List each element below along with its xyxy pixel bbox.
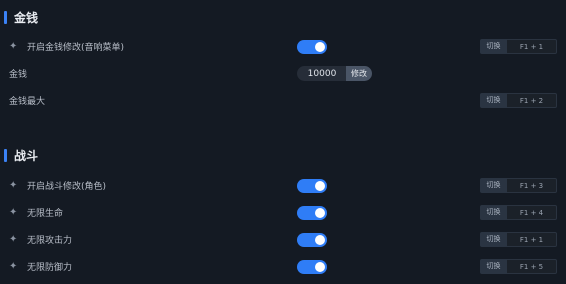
apply-money-button[interactable]: 修改	[346, 66, 372, 81]
hotkey-infinite-health[interactable]: 切换 F1 + 4	[480, 205, 557, 220]
toggle-knob	[315, 235, 325, 245]
money-value-input[interactable]	[297, 66, 347, 81]
hotkey-keys: F1 + 3	[507, 178, 557, 193]
hotkey-label: 切换	[480, 205, 507, 220]
infinite-health-toggle[interactable]	[297, 206, 327, 220]
infinite-defense-toggle[interactable]	[297, 260, 327, 274]
option-label: 金钱最大	[9, 97, 46, 107]
toggle-knob	[315, 181, 325, 191]
toggle-knob	[315, 42, 325, 52]
sparkle-icon: ✦	[9, 207, 18, 218]
option-label: 无限生命	[27, 209, 64, 219]
section-title-combat: 战斗	[4, 147, 38, 163]
option-row-infinite-defense: ✦ 无限防御力 切换 F1 + 5	[0, 258, 566, 276]
hotkey-keys: F1 + 2	[507, 93, 557, 108]
section-accent-bar	[4, 148, 7, 162]
sparkle-icon: ✦	[9, 234, 18, 245]
toggle-knob	[315, 208, 325, 218]
hotkey-label: 切换	[480, 39, 507, 54]
hotkey-keys: F1 + 5	[507, 259, 557, 274]
option-label: 无限攻击力	[27, 236, 73, 246]
hotkey-money-max[interactable]: 切换 F1 + 2	[480, 93, 557, 108]
option-label: 开启金钱修改(音响菜单)	[27, 43, 125, 53]
option-row-enable-money: ✦ 开启金钱修改(音响菜单) 切换 F1 + 1	[0, 38, 566, 56]
sparkle-icon: ✦	[9, 261, 18, 272]
option-row-money-value: 金钱 修改	[0, 65, 566, 83]
section-title-text: 战斗	[14, 148, 39, 163]
option-row-money-max: 金钱最大 切换 F1 + 2	[0, 92, 566, 110]
option-row-infinite-attack: ✦ 无限攻击力 切换 F1 + 1	[0, 231, 566, 249]
sparkle-icon: ✦	[9, 41, 18, 52]
enable-money-toggle[interactable]	[297, 40, 327, 54]
hotkey-infinite-attack[interactable]: 切换 F1 + 1	[480, 232, 557, 247]
hotkey-enable-combat[interactable]: 切换 F1 + 3	[480, 178, 557, 193]
hotkey-label: 切换	[480, 259, 507, 274]
section-accent-bar	[4, 10, 7, 24]
sparkle-icon: ✦	[9, 180, 18, 191]
hotkey-label: 切换	[480, 178, 507, 193]
section-title-money: 金钱	[4, 9, 38, 25]
section-title-text: 金钱	[14, 10, 39, 25]
hotkey-keys: F1 + 4	[507, 205, 557, 220]
infinite-attack-toggle[interactable]	[297, 233, 327, 247]
hotkey-keys: F1 + 1	[507, 39, 557, 54]
option-label: 开启战斗修改(角色)	[27, 182, 107, 192]
option-label: 金钱	[9, 70, 28, 80]
option-row-infinite-health: ✦ 无限生命 切换 F1 + 4	[0, 204, 566, 222]
hotkey-enable-money[interactable]: 切换 F1 + 1	[480, 39, 557, 54]
hotkey-label: 切换	[480, 93, 507, 108]
hotkey-infinite-defense[interactable]: 切换 F1 + 5	[480, 259, 557, 274]
hotkey-label: 切换	[480, 232, 507, 247]
toggle-knob	[315, 262, 325, 272]
option-label: 无限防御力	[27, 263, 73, 273]
money-value-control: 修改	[297, 66, 373, 81]
option-row-enable-combat: ✦ 开启战斗修改(角色) 切换 F1 + 3	[0, 177, 566, 195]
enable-combat-toggle[interactable]	[297, 179, 327, 193]
hotkey-keys: F1 + 1	[507, 232, 557, 247]
